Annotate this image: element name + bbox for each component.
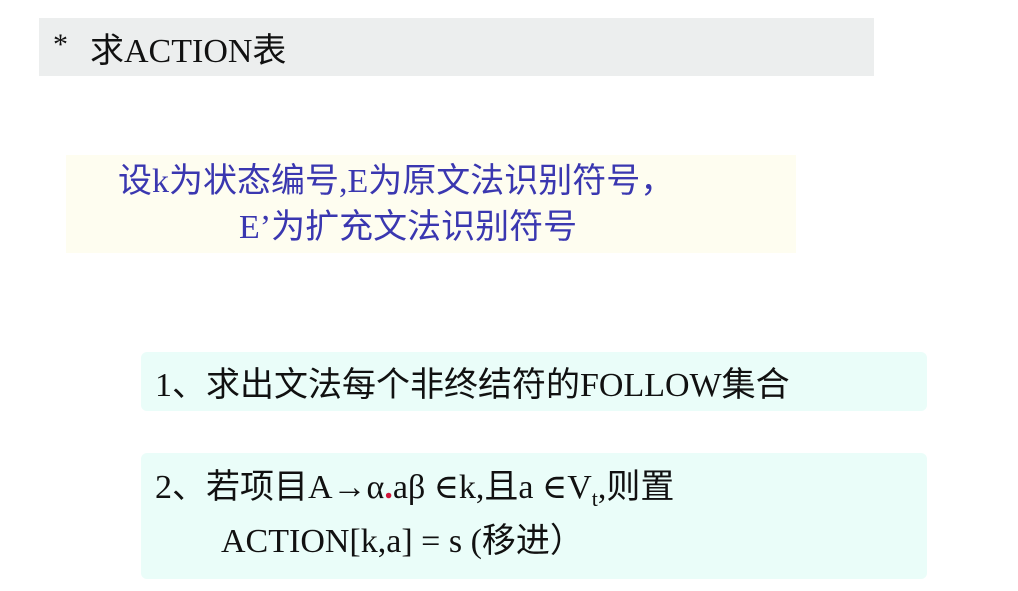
title-bullet: *: [53, 28, 68, 61]
slide-title: 求ACTION表: [90, 32, 287, 70]
definition-line-1: 设k为状态编号,E为原文法识别符号，: [118, 163, 675, 200]
step-2-suffix: ,则置: [597, 469, 675, 506]
definition-box: 设k为状态编号,E为原文法识别符号， E’为扩充文法识别符号: [66, 155, 796, 253]
slide-title-bar: * 求ACTION表: [39, 18, 874, 76]
step-2-prefix: 2、若项目A→α: [155, 469, 385, 506]
step-1-text: 1、求出文法每个非终结符的FOLLOW集合: [155, 367, 790, 404]
step-1-box: 1、求出文法每个非终结符的FOLLOW集合: [141, 352, 927, 411]
definition-line-2: E’为扩充文法识别符号: [239, 209, 578, 246]
item-dot-marker: .: [384, 469, 393, 506]
step-2-line-2: ACTION[k,a] = s (移进）: [221, 523, 584, 560]
step-2-box: 2、若项目A→α.aβ ∈k,且a ∈Vt,则置 ACTION[k,a] = s…: [141, 453, 927, 579]
step-2-after-dot: aβ ∈k,且a ∈V: [392, 469, 592, 506]
step-2-line-1: 2、若项目A→α.aβ ∈k,且a ∈Vt,则置: [155, 465, 674, 511]
